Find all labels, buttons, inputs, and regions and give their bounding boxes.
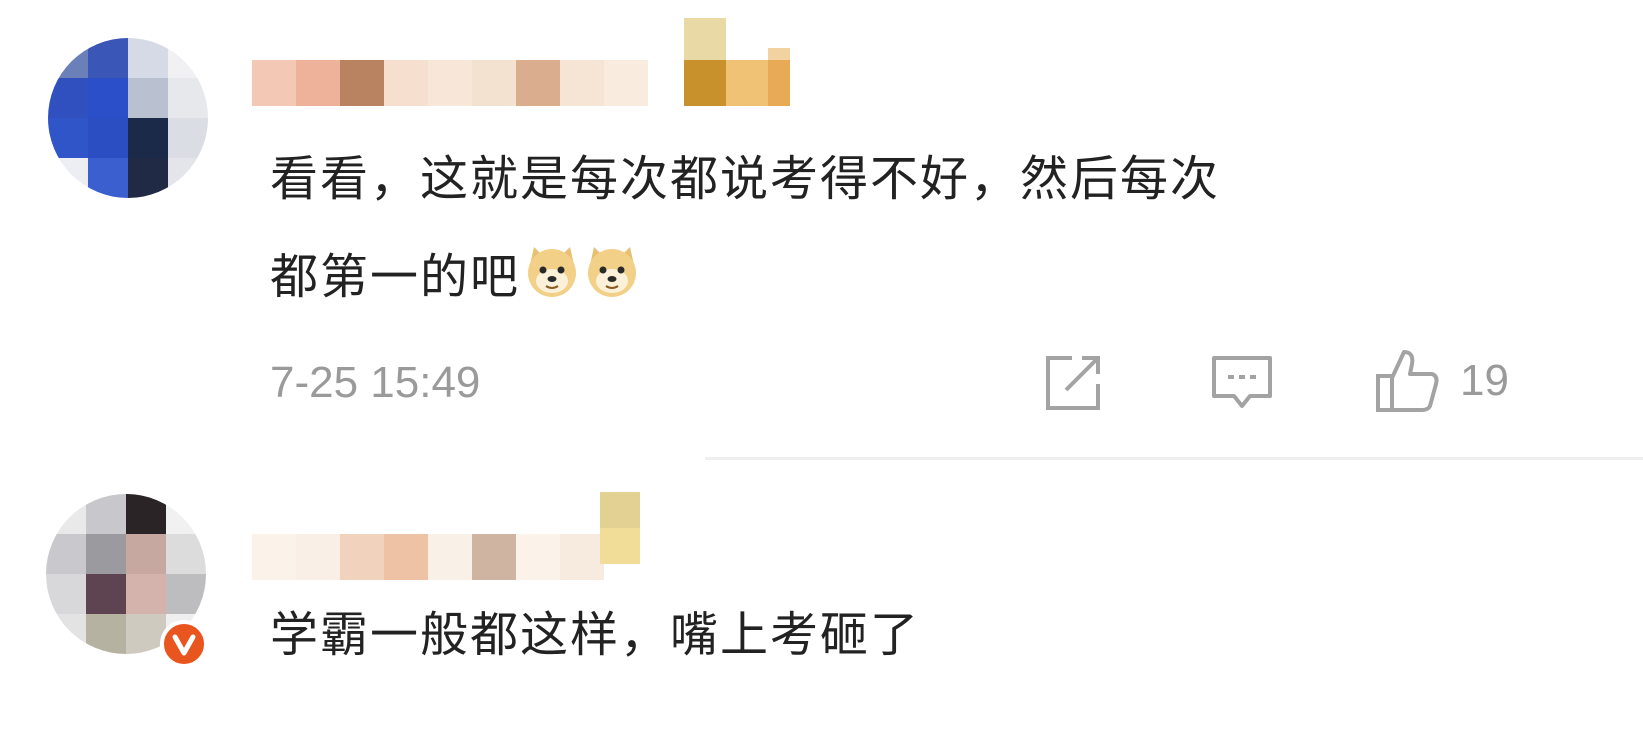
avatar[interactable] (48, 38, 208, 198)
share-button[interactable] (1042, 352, 1104, 414)
comment-text: 学霸一般都这样，嘴上考砸了 (270, 586, 920, 684)
member-level-icon (684, 18, 806, 106)
comment-text-line-1: 看看，这就是每次都说考得不好，然后每次 (270, 151, 1221, 207)
like-button[interactable]: 19 (1374, 346, 1509, 416)
verified-v-icon (160, 620, 208, 668)
share-icon (1046, 356, 1100, 410)
comment-text: 看看，这就是每次都说考得不好，然后每次 都第一的吧 (270, 130, 1220, 326)
thumbs-up-icon (1376, 350, 1439, 412)
member-level-icon (600, 492, 640, 564)
comment-text-line-1: 学霸一般都这样，嘴上考砸了 (270, 607, 921, 663)
username[interactable] (252, 60, 648, 106)
comment-icon (1212, 356, 1272, 408)
comment-text-line-2-label: 都第一的吧 (270, 249, 521, 305)
comment-item: 看看，这就是每次都说考得不好，然后每次 都第一的吧 7-25 15:49 19 (0, 0, 1643, 460)
comment-timestamp: 7-25 15:49 (270, 358, 481, 407)
doge-emoji-icon (584, 234, 640, 297)
comment-text-line-2: 都第一的吧 (270, 228, 1220, 326)
doge-emoji-icon (524, 234, 580, 297)
comment-item: 学霸一般都这样，嘴上考砸了 (0, 460, 1643, 750)
reply-button[interactable] (1210, 352, 1274, 414)
username[interactable] (252, 534, 604, 580)
like-count: 19 (1460, 356, 1509, 405)
